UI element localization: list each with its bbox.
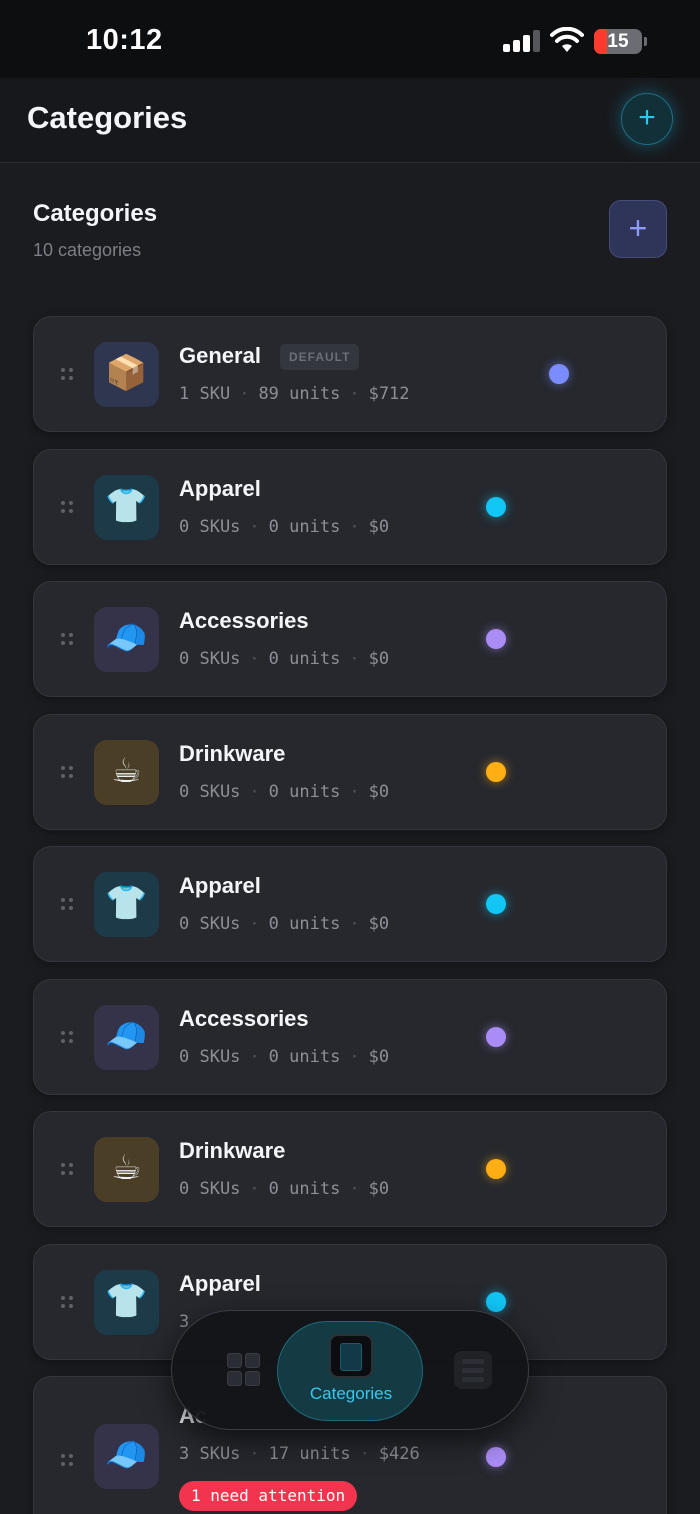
category-name: General xyxy=(179,343,261,368)
dashboard-grid-icon xyxy=(227,1353,261,1387)
category-color-dot xyxy=(486,629,506,649)
wifi-icon xyxy=(550,27,584,52)
category-name: Apparel xyxy=(179,873,261,898)
nav-add-button[interactable]: + xyxy=(621,93,673,145)
battery-icon: 15 xyxy=(594,29,648,54)
battery-level: 15 xyxy=(607,31,629,52)
category-stats: 0 SKUs · 0 units · $0 xyxy=(179,649,390,669)
drag-handle-icon[interactable] xyxy=(61,1031,75,1045)
category-color-dot xyxy=(486,1027,506,1047)
category-stats: 0 SKUs · 0 units · $0 xyxy=(179,782,390,802)
cellular-signal-icon xyxy=(503,30,541,52)
category-value: $0 xyxy=(368,1179,390,1199)
category-units: 0 units xyxy=(268,517,341,537)
category-emoji-icon: 🧢 xyxy=(94,607,159,672)
category-skus: 0 SKUs xyxy=(179,914,241,934)
attention-badge: 1 need attention xyxy=(179,1481,358,1511)
category-card[interactable]: 👕 Apparel 0 SKUs · 0 units · $0 xyxy=(33,846,667,962)
category-color-dot xyxy=(549,364,569,384)
drag-handle-icon[interactable] xyxy=(61,368,75,382)
category-name: Apparel xyxy=(179,1271,261,1296)
category-skus: 0 SKUs xyxy=(179,782,241,802)
category-card[interactable]: ☕ Drinkware 0 SKUs · 0 units · $0 xyxy=(33,714,667,830)
page-title: Categories xyxy=(27,100,188,135)
status-bar: 10:12 15 xyxy=(0,0,700,78)
category-name: Accessories xyxy=(179,608,309,633)
category-stats: 0 SKUs · 0 units · $0 xyxy=(179,914,390,934)
category-units: 89 units xyxy=(258,384,341,404)
category-stats: 0 SKUs · 0 units · $0 xyxy=(179,1179,390,1199)
category-value: $0 xyxy=(368,914,390,934)
category-units: 0 units xyxy=(268,782,341,802)
category-name: Drinkware xyxy=(179,741,286,766)
category-stats: 0 SKUs · 0 units · $0 xyxy=(179,517,390,537)
category-emoji-icon: 🧢 xyxy=(94,1005,159,1070)
category-emoji-icon: 🧢 xyxy=(94,1424,159,1489)
category-emoji-icon: ☕ xyxy=(94,1137,159,1202)
drag-handle-icon[interactable] xyxy=(61,898,75,912)
category-color-dot xyxy=(486,497,506,517)
category-card[interactable]: 📦 General DEFAULT 1 SKU · 89 units · $712 xyxy=(33,316,667,432)
category-units: 17 units xyxy=(268,1444,351,1464)
drag-handle-icon[interactable] xyxy=(61,1296,75,1310)
category-value: $426 xyxy=(378,1444,420,1464)
drag-handle-icon[interactable] xyxy=(61,1454,75,1468)
category-card[interactable]: 🧢 Accessories 0 SKUs · 0 units · $0 xyxy=(33,979,667,1095)
category-color-dot xyxy=(486,1159,506,1179)
category-name: Accessories xyxy=(179,1006,309,1031)
tab-categories-label: Categories xyxy=(309,1384,393,1403)
status-time: 10:12 xyxy=(86,24,163,56)
nav-bar: Categories + xyxy=(0,78,700,163)
category-value: $0 xyxy=(368,517,390,537)
category-skus: 0 SKUs xyxy=(179,649,241,669)
category-card[interactable]: ☕ Drinkware 0 SKUs · 0 units · $0 xyxy=(33,1111,667,1227)
category-color-dot xyxy=(486,1292,506,1312)
default-badge: DEFAULT xyxy=(280,344,360,370)
category-card[interactable]: 👕 Apparel 0 SKUs · 0 units · $0 xyxy=(33,449,667,565)
category-emoji-icon: 📦 xyxy=(94,342,159,407)
drag-handle-icon[interactable] xyxy=(61,501,75,515)
category-units: 0 units xyxy=(268,1179,341,1199)
list-icon xyxy=(454,1351,492,1389)
add-category-button[interactable]: + xyxy=(609,200,667,258)
category-color-dot xyxy=(486,762,506,782)
drag-handle-icon[interactable] xyxy=(61,1163,75,1177)
category-stats: 0 SKUs · 0 units · $0 xyxy=(179,1047,390,1067)
category-units: 0 units xyxy=(268,1047,341,1067)
category-name: Drinkware xyxy=(179,1138,286,1163)
drag-handle-icon[interactable] xyxy=(61,766,75,780)
tab-dashboard[interactable] xyxy=(190,1311,286,1431)
drag-handle-icon[interactable] xyxy=(61,633,75,647)
category-units: 0 units xyxy=(268,649,341,669)
category-value: $0 xyxy=(368,782,390,802)
category-card[interactable]: 🧢 Accessories 0 SKUs · 0 units · $0 xyxy=(33,581,667,697)
categories-folder-icon xyxy=(329,1334,373,1378)
category-emoji-icon: 👕 xyxy=(94,872,159,937)
category-value: $0 xyxy=(368,1047,390,1067)
category-skus: 0 SKUs xyxy=(179,517,241,537)
category-count: 10 categories xyxy=(33,240,142,260)
category-stats: 3 SKUs · 17 units · $426 xyxy=(179,1444,420,1464)
category-skus: 0 SKUs xyxy=(179,1179,241,1199)
category-emoji-icon: 👕 xyxy=(94,1270,159,1335)
category-skus: 1 SKU xyxy=(179,384,231,404)
tab-bar: Categories xyxy=(171,1310,529,1430)
category-color-dot xyxy=(486,894,506,914)
tab-categories[interactable]: Categories xyxy=(277,1321,423,1421)
category-color-dot xyxy=(486,1447,506,1467)
section-title: Categories xyxy=(33,200,158,227)
category-emoji-icon: 👕 xyxy=(94,475,159,540)
category-value: $712 xyxy=(368,384,410,404)
category-stats: 1 SKU · 89 units · $712 xyxy=(179,384,410,404)
category-emoji-icon: ☕ xyxy=(94,740,159,805)
category-skus: 3 SKUs xyxy=(179,1444,241,1464)
category-units: 0 units xyxy=(268,914,341,934)
category-value: $0 xyxy=(368,649,390,669)
tab-list[interactable] xyxy=(434,1311,514,1431)
category-name: Apparel xyxy=(179,476,261,501)
category-skus: 0 SKUs xyxy=(179,1047,241,1067)
